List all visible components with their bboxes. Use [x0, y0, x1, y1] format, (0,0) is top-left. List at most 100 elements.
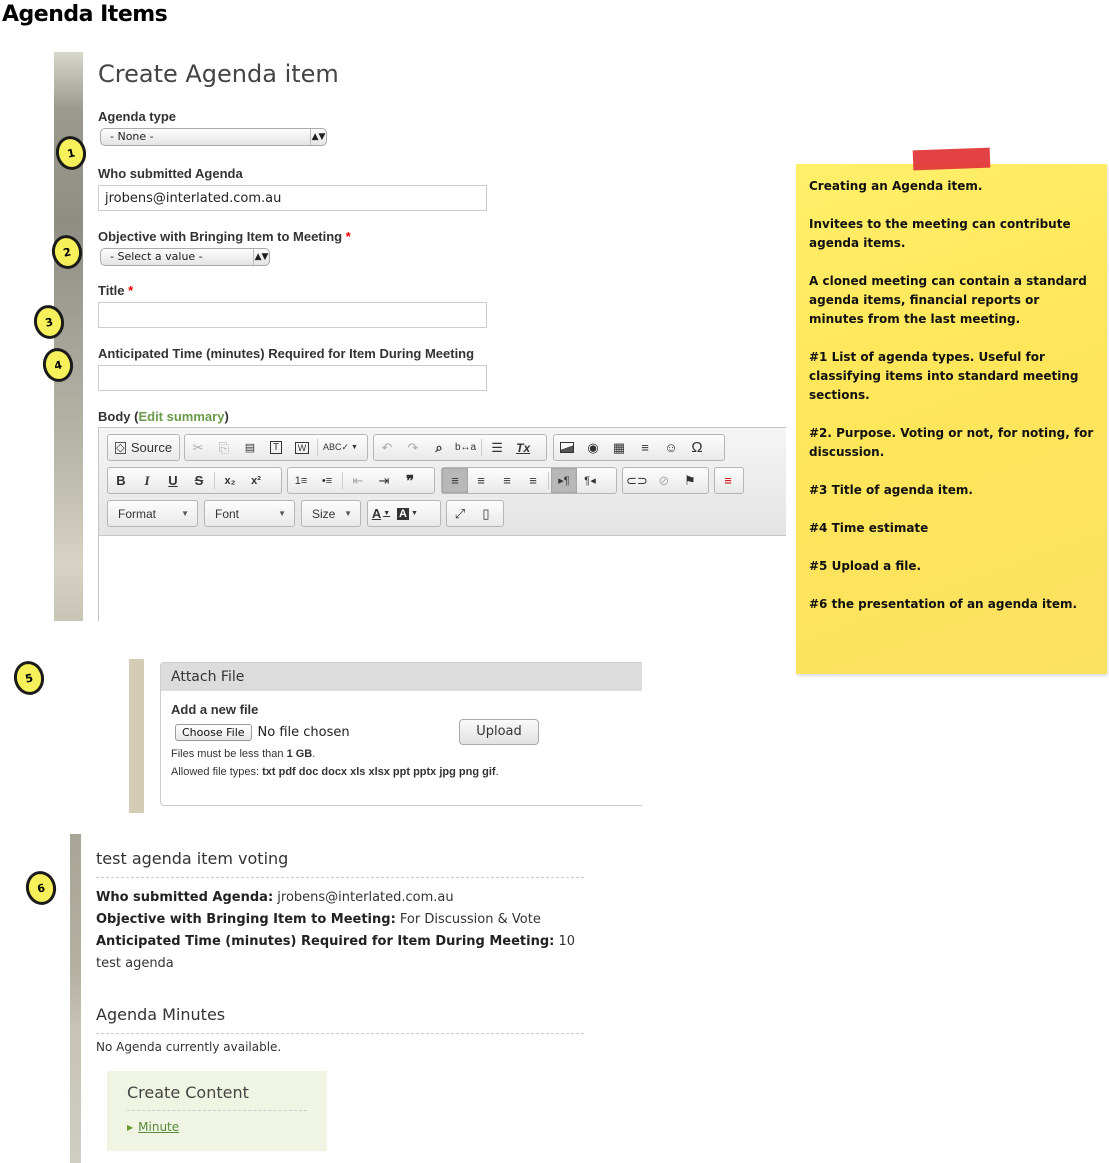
table-button[interactable]: ▦ — [606, 435, 632, 460]
ltr-icon: ▸¶ — [558, 475, 570, 487]
link-button[interactable]: ⊂⊃ — [623, 468, 651, 493]
replace-button[interactable]: b↔a — [452, 435, 479, 460]
underline-button[interactable]: U — [160, 468, 186, 493]
field-submitted-by: Who submitted Agenda: jrobens@interlated… — [96, 890, 454, 905]
strikethrough-icon: S — [194, 473, 204, 488]
maximize-button[interactable]: ⤢ — [447, 501, 473, 526]
source-label: Source — [130, 440, 173, 455]
field-label: Who submitted Agenda: — [96, 890, 274, 905]
paste-text-icon: T — [269, 441, 283, 454]
ltr-button[interactable]: ▸¶ — [551, 468, 577, 493]
page-break-button[interactable]: ≡ — [715, 468, 741, 493]
omega-icon: Ω — [691, 439, 703, 456]
submitted-by-label: Who submitted Agenda — [98, 166, 243, 181]
font-dropdown[interactable]: Font ▼ — [204, 500, 295, 527]
size-dropdown[interactable]: Size ▼ — [301, 500, 361, 527]
flash-button[interactable]: ◉ — [580, 435, 606, 460]
agenda-type-value: - None - — [110, 130, 154, 143]
agenda-type-select[interactable]: - None - ▲▼ — [100, 128, 327, 146]
separator — [481, 439, 483, 456]
horizontal-rule-button[interactable]: ≡ — [632, 435, 658, 460]
title-input[interactable] — [98, 302, 487, 328]
bold-button[interactable]: B — [108, 468, 134, 493]
indent-button[interactable]: ⇥ — [371, 468, 397, 493]
note-paragraph: #1 List of agenda types. Useful for clas… — [809, 350, 1079, 402]
agenda-body-text: test agenda — [96, 956, 174, 971]
find-button[interactable]: ⌕ — [426, 435, 452, 460]
italic-icon: I — [144, 472, 150, 488]
subscript-button[interactable]: x₂ — [217, 468, 243, 493]
decorative-strip — [70, 834, 81, 1163]
chevron-down-icon: ▼ — [278, 509, 286, 518]
editor-content-area[interactable] — [99, 536, 786, 621]
format-dropdown[interactable]: Format ▼ — [107, 500, 198, 527]
justify-button[interactable]: ≡ — [520, 468, 546, 493]
show-blocks-button[interactable]: ▯ — [473, 501, 499, 526]
note-paragraph: Invitees to the meeting can contribute a… — [809, 217, 1071, 250]
size-prefix: Files must be less than — [171, 748, 287, 760]
paren: ) — [224, 409, 229, 424]
remove-format-button[interactable]: Tx — [510, 435, 536, 460]
edit-summary-link[interactable]: Edit summary — [138, 409, 224, 424]
source-button[interactable]: ◇ Source — [108, 435, 179, 460]
select-all-button[interactable]: ☰ — [484, 435, 510, 460]
spellcheck-button[interactable]: ABC✓ ▼ — [320, 435, 361, 460]
title-label-text: Title — [98, 283, 125, 298]
minute-link[interactable]: Minute — [138, 1120, 179, 1134]
note-paragraph: #6 the presentation of an agenda item. — [809, 597, 1078, 611]
blockquote-button[interactable]: ❞ — [397, 468, 423, 493]
clipboard-group: ✂ ⎘ ▤ T W ABC✓ ▼ — [184, 434, 368, 461]
agenda-minutes-title: Agenda Minutes — [96, 1005, 226, 1024]
separator — [317, 439, 318, 456]
bulleted-list-icon: •≡ — [321, 474, 333, 487]
field-value: 10 — [554, 934, 576, 949]
align-right-icon: ≡ — [503, 473, 511, 488]
upload-button[interactable]: Upload — [459, 719, 539, 745]
paste-word-button[interactable]: W — [289, 435, 315, 460]
align-center-button[interactable]: ≡ — [468, 468, 494, 493]
choose-file-button[interactable]: Choose File — [175, 724, 252, 741]
redo-icon: ↷ — [407, 439, 419, 455]
paste-text-button[interactable]: T — [263, 435, 289, 460]
bg-color-button[interactable]: A ▼ — [394, 501, 421, 526]
create-minute-item: ▶ Minute — [127, 1120, 179, 1134]
copy-button[interactable]: ⎘ — [211, 435, 237, 460]
outdent-button[interactable]: ⇤ — [345, 468, 371, 493]
marker-5-icon: 5 — [10, 658, 48, 698]
superscript-button[interactable]: x² — [243, 468, 269, 493]
image-button[interactable] — [554, 435, 580, 460]
rtl-button[interactable]: ¶◂ — [577, 468, 603, 493]
smiley-button[interactable]: ☺ — [658, 435, 684, 460]
paste-button[interactable]: ▤ — [237, 435, 263, 460]
bulleted-list-button[interactable]: •≡ — [314, 468, 340, 493]
time-input[interactable] — [98, 365, 487, 391]
unlink-button[interactable]: ⊘ — [651, 468, 677, 493]
body-label-text: Body — [98, 409, 131, 424]
text-color-button[interactable]: A ▼ — [368, 501, 394, 526]
horizontal-rule-icon: ≡ — [641, 440, 649, 455]
redo-button[interactable]: ↷ — [400, 435, 426, 460]
source-icon: ◇ — [114, 441, 126, 454]
italic-button[interactable]: I — [134, 468, 160, 493]
smiley-icon: ☺ — [664, 440, 678, 455]
create-content-title: Create Content — [127, 1083, 249, 1102]
objective-select[interactable]: - Select a value - ▲▼ — [100, 248, 270, 266]
align-right-button[interactable]: ≡ — [494, 468, 520, 493]
colors-group: A ▼ A ▼ — [367, 500, 441, 527]
strike-button[interactable]: S — [186, 468, 212, 493]
file-types-note: Allowed file types: txt pdf doc docx xls… — [171, 766, 499, 778]
align-left-button[interactable]: ≡ — [442, 468, 468, 493]
cut-button[interactable]: ✂ — [185, 435, 211, 460]
basic-styles-group: B I U S x₂ x² — [107, 467, 282, 494]
chevron-down-icon: ▼ — [181, 509, 189, 518]
anchor-button[interactable]: ⚑ — [677, 468, 703, 493]
chevron-down-icon: ▼ — [383, 510, 391, 517]
maximize-icon: ⤢ — [454, 505, 466, 521]
numbered-list-button[interactable]: 1≡ — [288, 468, 314, 493]
special-char-button[interactable]: Ω — [684, 435, 710, 460]
divider — [127, 1110, 307, 1111]
source-group: ◇ Source — [107, 434, 180, 461]
undo-button[interactable]: ↶ — [374, 435, 400, 460]
add-file-label: Add a new file — [171, 702, 259, 717]
submitted-by-input[interactable]: jrobens@interlated.com.au — [98, 185, 487, 211]
